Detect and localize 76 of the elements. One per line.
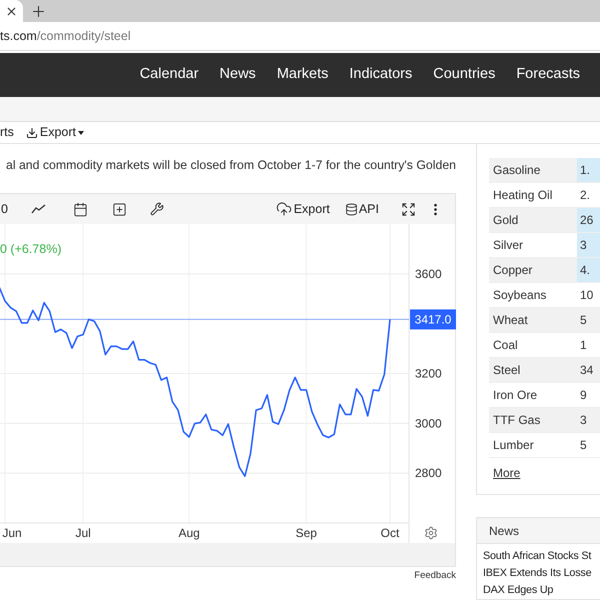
feedback-link[interactable]: Feedback: [414, 569, 456, 584]
ref-line-label: 3417.0: [414, 312, 452, 326]
commodity-price: 5: [579, 312, 588, 329]
notice-paragraph: al and commodity markets will be closed from October 1-7 for the country's Golden: [4, 157, 457, 174]
nav-link[interactable]: Markets: [276, 64, 328, 86]
url-path: /commodity/steel: [36, 28, 131, 45]
nav-link[interactable]: Calendar: [140, 64, 199, 86]
commodity-row[interactable]: Gasoline 1.: [489, 158, 600, 183]
commodity-name: Coal: [492, 337, 519, 354]
database-icon: [344, 202, 358, 216]
commodity-price: 34: [579, 362, 594, 379]
x-axis-label: Jul: [75, 526, 91, 540]
close-icon[interactable]: [5, 4, 18, 18]
commodity-row[interactable]: Steel 34: [489, 358, 600, 383]
commodity-price: 1: [579, 337, 588, 354]
commodity-row[interactable]: Gold 26: [489, 208, 600, 233]
commodity-price: 26: [577, 208, 600, 232]
commodity-price: 1.: [577, 158, 600, 182]
headline-link[interactable]: South African Stocks St: [483, 548, 592, 565]
x-axis-label: Sep: [296, 526, 317, 540]
commodity-name: Copper: [492, 262, 534, 279]
headline-link[interactable]: DAX Edges Up: [483, 582, 554, 599]
commodity-name: Lumber: [492, 437, 535, 454]
cloud-icon: [276, 201, 292, 217]
y-axis-label: 3000: [415, 416, 442, 430]
commodity-name: Soybeans: [492, 287, 548, 304]
x-axis-label: Oct: [380, 526, 400, 540]
commodity-name: TTF Gas: [492, 412, 542, 429]
commodity-name: Heating Oil: [492, 187, 554, 204]
commodity-name: Gasoline: [492, 162, 542, 179]
commodity-name: Wheat: [492, 312, 529, 329]
commodity-name: Silver: [492, 237, 524, 254]
price-change: 0 (+6.78%): [0, 241, 62, 258]
toolbar-link[interactable]: rts: [0, 123, 14, 142]
fullscreen-icon[interactable]: [401, 202, 416, 216]
calendar-icon[interactable]: [72, 202, 88, 216]
commodity-price: 2.: [579, 187, 592, 204]
nav-link[interactable]: Forecasts: [516, 64, 580, 86]
nav-link[interactable]: Indicators: [349, 64, 412, 86]
commodity-name: Iron Ore: [492, 387, 538, 404]
y-axis-label: 3600: [415, 266, 442, 281]
commodity-row[interactable]: TTF Gas 3: [489, 408, 600, 433]
plus-square-icon[interactable]: [112, 202, 127, 216]
news-header: News: [477, 518, 600, 544]
last-price-label: 3417.0: [410, 309, 456, 330]
y-axis-label: 3200: [415, 366, 442, 380]
commodity-name: Steel: [492, 362, 522, 379]
commodity-price: 9: [579, 387, 588, 404]
line-chart-icon[interactable]: [30, 204, 46, 214]
nav-link[interactable]: Countries: [433, 64, 496, 86]
commodity-price: 10: [579, 287, 594, 304]
wrench-icon[interactable]: [150, 202, 164, 216]
nav-link[interactable]: News: [220, 64, 256, 86]
address-bar[interactable]: ts.com/commodity/steel: [0, 22, 600, 51]
settings-icon[interactable]: [424, 526, 438, 540]
x-axis-label: Aug: [178, 526, 200, 540]
range-label[interactable]: 0: [1, 200, 8, 218]
caret-icon: [78, 130, 84, 134]
headline-link[interactable]: IBEX Extends Its Losse: [483, 565, 592, 582]
export-button[interactable]: Export: [276, 200, 330, 218]
url-domain: ts.com: [0, 28, 37, 45]
more-link[interactable]: More: [493, 464, 600, 482]
commodity-row[interactable]: Wheat 5: [489, 308, 600, 333]
x-axis-label: Jun: [2, 526, 22, 540]
y-axis-label: 2800: [415, 466, 442, 480]
commodity-row[interactable]: Silver 3: [489, 233, 600, 258]
download-icon: [26, 126, 38, 138]
commodity-price: 3: [579, 412, 588, 429]
commodity-name: Gold: [492, 212, 520, 229]
export-dropdown[interactable]: Export: [26, 123, 84, 142]
commodity-price: 4.: [577, 258, 600, 282]
commodity-price: 5: [579, 437, 588, 454]
commodity-row[interactable]: Copper 4.: [489, 258, 600, 283]
commodity-price: 3: [577, 233, 600, 257]
browser-tab[interactable]: [0, 0, 23, 22]
api-button[interactable]: API: [344, 200, 379, 218]
